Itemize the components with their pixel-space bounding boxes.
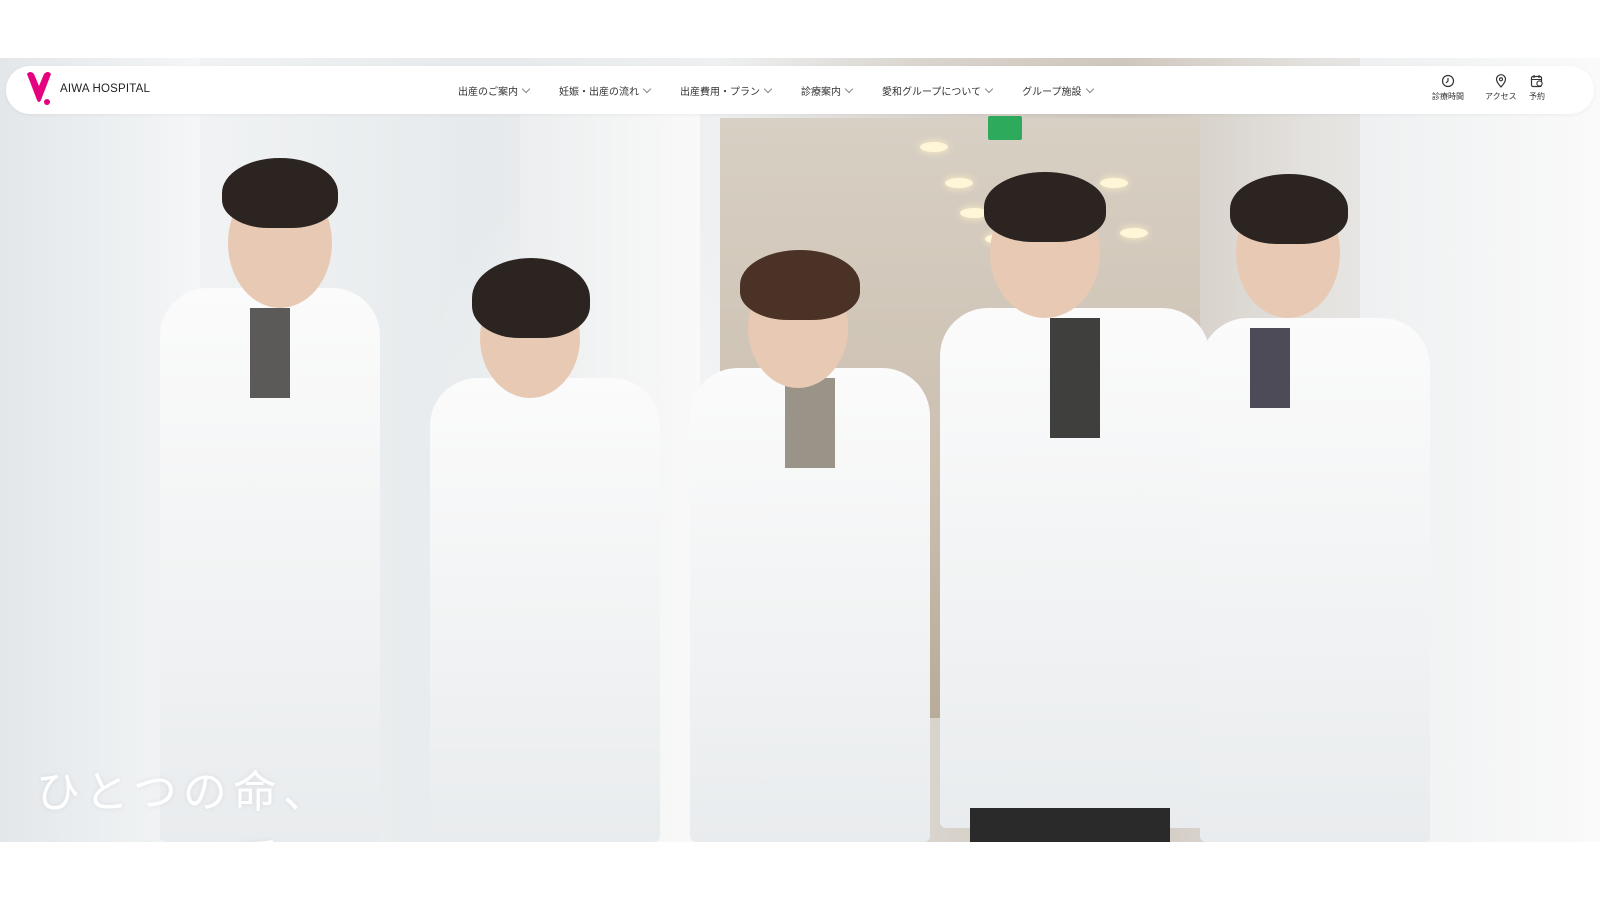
hours-button[interactable]: 診療時間	[1432, 74, 1464, 102]
access-label: アクセス	[1485, 92, 1517, 101]
hero-photo: ひとつの命、 あふれる愛。	[0, 58, 1600, 842]
chevron-down-icon	[642, 84, 652, 94]
menu-item-birth-cost[interactable]: 出産費用・プラン	[680, 83, 773, 98]
menu-item-group-facilities[interactable]: グループ施設	[1022, 83, 1094, 98]
hero-catchphrase: ひとつの命、 あふれる愛。	[36, 758, 336, 842]
chevron-down-icon	[1085, 84, 1094, 94]
menu-item-label: 出産費用・プラン	[680, 87, 760, 98]
reservation-button[interactable]: 予約	[1529, 74, 1545, 102]
hero-catchphrase-line2: あふれる愛。	[36, 828, 336, 842]
chevron-down-icon	[984, 84, 994, 94]
menu-item-label: 妊娠・出産の流れ	[559, 87, 639, 98]
map-pin-icon	[1495, 74, 1506, 88]
menu-item-medical-guide[interactable]: 診療案内	[801, 83, 854, 98]
chevron-down-icon	[763, 84, 773, 94]
access-button[interactable]: アクセス	[1485, 74, 1517, 102]
chevron-down-icon	[844, 84, 854, 94]
reservation-label: 予約	[1529, 92, 1545, 101]
doctor-figure	[1200, 148, 1430, 842]
menu-item-label: グループ施設	[1022, 87, 1082, 98]
chevron-down-icon	[521, 84, 531, 94]
menu-item-label: 診療案内	[801, 87, 841, 98]
brand-name: AIWA HOSPITAL	[60, 83, 151, 95]
doctor-figure	[690, 248, 930, 842]
menu-item-label: 出産のご案内	[458, 87, 518, 98]
doctor-figure	[420, 258, 670, 842]
main-menu: 出産のご案内 妊娠・出産の流れ 出産費用・プラン 診療案内 愛和グループについて…	[458, 83, 1094, 98]
clock-icon	[1441, 74, 1455, 88]
menu-item-label: 愛和グループについて	[882, 87, 982, 98]
doctor-figure	[140, 138, 400, 842]
hero-catchphrase-line1: ひとつの命、	[36, 767, 333, 818]
heart-logo-icon	[27, 72, 51, 105]
hours-label: 診療時間	[1432, 92, 1464, 101]
menu-item-pregnancy-flow[interactable]: 妊娠・出産の流れ	[559, 83, 652, 98]
calendar-icon	[1530, 75, 1543, 88]
menu-item-birth-guide[interactable]: 出産のご案内	[458, 83, 531, 98]
menu-item-about-group[interactable]: 愛和グループについて	[882, 83, 994, 98]
global-navigation: AIWA HOSPITAL 出産のご案内 妊娠・出産の流れ 出産費用・プラン 診…	[6, 66, 1594, 114]
doctor-figure	[940, 118, 1210, 842]
